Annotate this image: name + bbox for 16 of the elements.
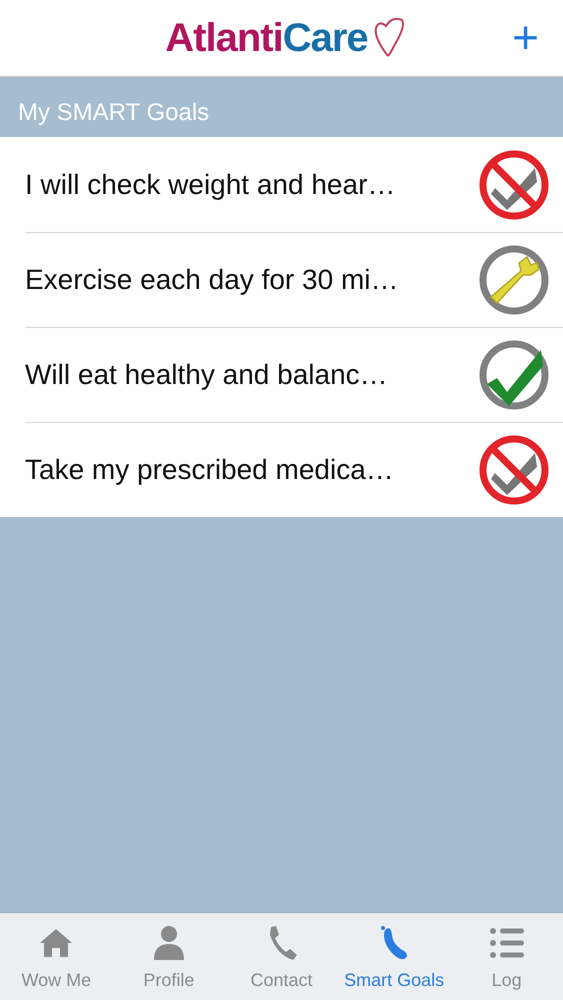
section-title: My SMART Goals <box>18 98 210 128</box>
tab[interactable]: Log <box>450 913 563 1000</box>
goal-row[interactable]: Exercise each day for 30 mi… <box>25 232 563 327</box>
goal-text: Will eat healthy and balanc… <box>25 358 388 392</box>
goal-row[interactable]: Will eat healthy and balanc… <box>25 327 563 422</box>
tab[interactable]: Wow Me <box>0 913 113 1000</box>
tab[interactable]: Profile <box>112 913 226 1000</box>
goal-text: Take my prescribed medica… <box>25 453 394 487</box>
goal-text: I will check weight and hear… <box>25 168 396 202</box>
tab[interactable]: Contact <box>225 913 338 1000</box>
goal-text: Exercise each day for 30 mi… <box>25 263 398 297</box>
goal-row[interactable]: Take my prescribed medica… <box>25 422 563 517</box>
add-button[interactable]: + <box>512 14 539 60</box>
goal-row[interactable]: I will check weight and hear… <box>25 137 563 232</box>
logo: AtlantiCare <box>165 18 368 58</box>
tab[interactable]: Smart Goals <box>338 913 450 1000</box>
